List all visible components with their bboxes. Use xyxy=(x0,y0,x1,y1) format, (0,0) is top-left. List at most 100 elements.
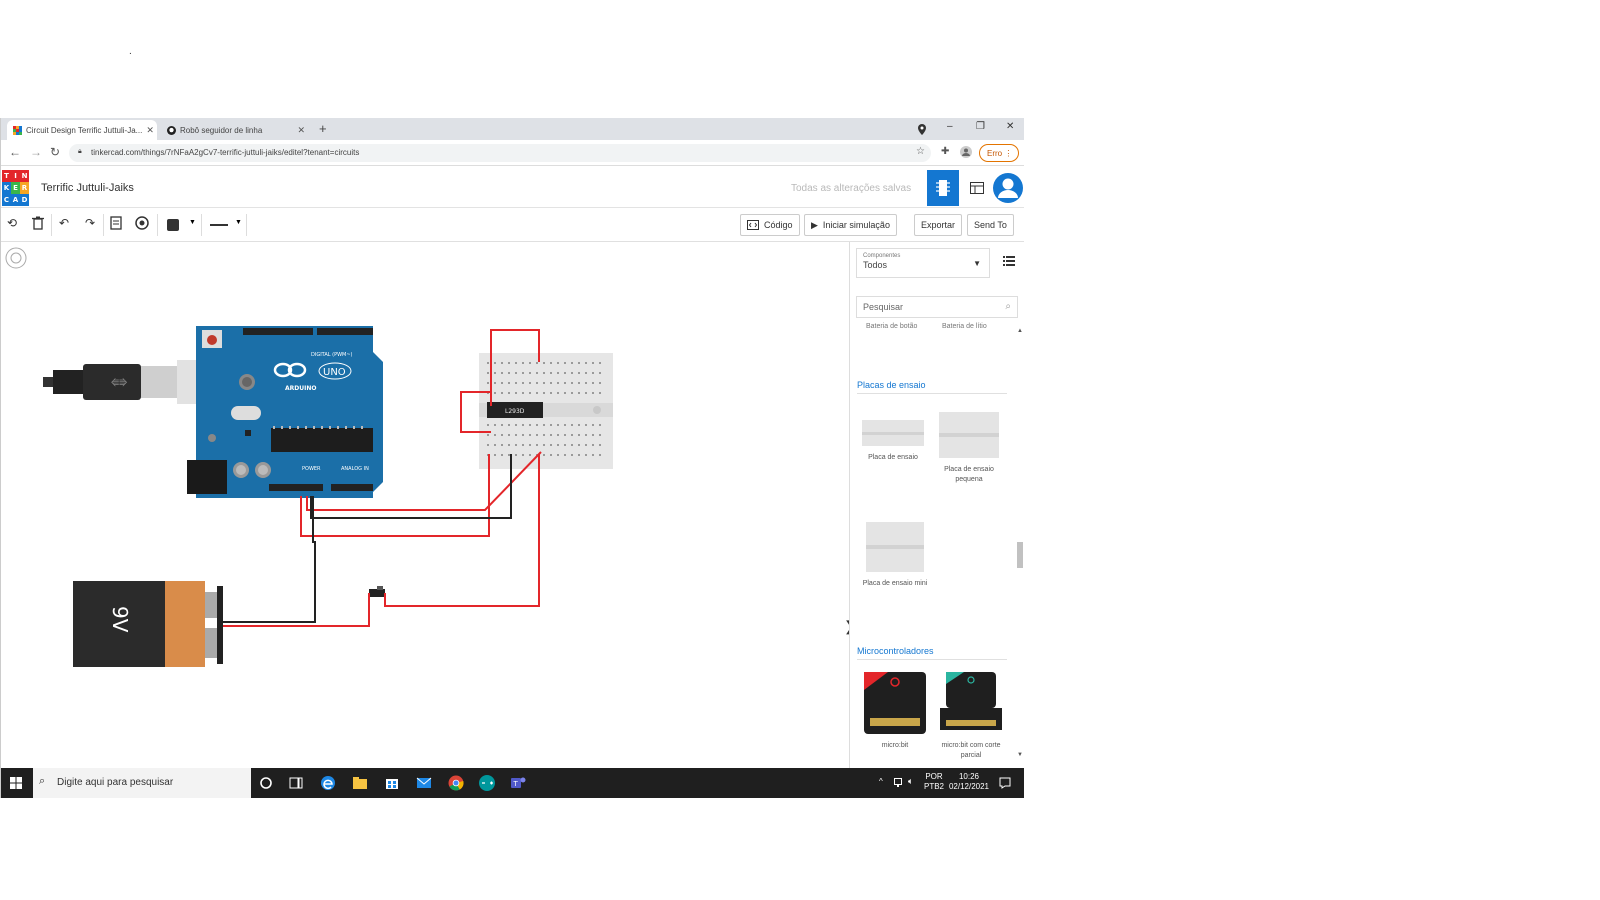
bookmark-star-icon[interactable]: ☆ xyxy=(916,146,925,157)
battery-label: 9V xyxy=(108,606,132,633)
teams-icon[interactable]: T xyxy=(509,774,527,792)
circuit-view-button[interactable] xyxy=(927,170,959,206)
rotate-icon[interactable]: ⟲ xyxy=(7,216,17,230)
search-input[interactable]: Pesquisar ⌕ xyxy=(856,296,1018,318)
forward-icon[interactable]: → xyxy=(30,145,42,159)
undo-icon[interactable]: ↶ xyxy=(59,216,69,230)
microbit-cut-thumb xyxy=(940,672,1002,730)
battery-9v[interactable]: 9V xyxy=(73,581,223,667)
tab-circuit-design[interactable]: Circuit Design Terrific Juttuli-Ja... ✕ xyxy=(7,120,157,140)
component-breadboard-mini[interactable]: Placa de ensaio mini xyxy=(862,522,928,589)
user-avatar[interactable] xyxy=(993,173,1023,203)
table-icon xyxy=(970,182,984,194)
component-microbit[interactable]: micro:bit xyxy=(862,672,928,751)
file-explorer-icon[interactable] xyxy=(351,774,369,792)
close-tab-icon[interactable]: ✕ xyxy=(297,125,305,136)
lock-icon: 🔒︎ xyxy=(78,148,82,155)
send-to-button[interactable]: Send To xyxy=(967,214,1014,236)
profile-icon[interactable] xyxy=(960,146,972,158)
wire-type-icon[interactable] xyxy=(210,224,228,226)
slide-switch[interactable] xyxy=(369,586,385,597)
taskbar-search[interactable]: ⌕ Digite aqui para pesquisar xyxy=(33,768,251,798)
start-simulation-label: Iniciar simulação xyxy=(822,220,890,230)
redo-icon[interactable]: ↷ xyxy=(85,216,95,230)
error-button[interactable]: Erro ⋮ xyxy=(979,144,1019,162)
list-view-icon[interactable] xyxy=(1003,256,1015,266)
logo-letter: K xyxy=(2,182,11,194)
scroll-up-icon[interactable]: ▲ xyxy=(1017,328,1023,334)
windows-taskbar: ⌕ Digite aqui para pesquisar T ^ 🔈︎ POR … xyxy=(1,768,1024,798)
components-label: Componentes xyxy=(863,253,901,259)
component-label: micro:bit com corte parcial xyxy=(941,742,1001,759)
component-microbit-cut[interactable]: micro:bit com corte parcial xyxy=(938,672,1004,760)
panel-scrollbar[interactable] xyxy=(1017,542,1023,568)
volume-icon[interactable]: 🔈︎ xyxy=(908,776,913,787)
mail-icon[interactable] xyxy=(415,774,433,792)
extensions-icon[interactable]: ✚ xyxy=(941,146,949,157)
url-field[interactable]: 🔒︎ tinkercad.com/things/7rNFaA2gCv7-terr… xyxy=(69,144,931,162)
microbit-thumb xyxy=(864,672,926,734)
svg-text:T: T xyxy=(513,780,519,788)
design-title[interactable]: Terrific Juttuli-Jaiks xyxy=(41,182,134,194)
notifications-icon[interactable] xyxy=(999,777,1011,789)
tab-label: Robô seguidor de linha xyxy=(180,125,263,135)
tinkercad-header: T I N K E R C A D Terrific Juttuli-Jaiks… xyxy=(1,170,1024,208)
chevron-down-icon[interactable]: ▼ xyxy=(189,219,196,226)
reload-icon[interactable]: ↻ xyxy=(50,145,60,159)
notes-icon[interactable] xyxy=(110,216,122,230)
clock[interactable]: 10:26 02/12/2021 xyxy=(948,772,990,793)
close-window-button[interactable]: ✕ xyxy=(1006,121,1014,132)
browser-window: Circuit Design Terrific Juttuli-Ja... ✕ … xyxy=(0,118,1024,798)
export-button[interactable]: Exportar xyxy=(914,214,963,236)
scroll-down-icon[interactable]: ▼ xyxy=(1017,752,1023,758)
code-icon xyxy=(747,220,759,230)
tray-chevron-icon[interactable]: ^ xyxy=(879,777,883,786)
section-divider xyxy=(857,659,1007,660)
arduino-uno[interactable]: DIGITAL (PWM~) ARDUINO UNO POWER ANALOG … xyxy=(187,326,383,498)
components-value: Todos xyxy=(863,260,888,270)
arduino-ide-icon[interactable] xyxy=(478,774,496,792)
breadboard-small-thumb xyxy=(939,412,999,458)
tinkercad-logo[interactable]: T I N K E R C A D xyxy=(2,170,29,206)
code-button[interactable]: Código xyxy=(740,214,800,236)
location-icon[interactable] xyxy=(917,124,927,135)
network-icon[interactable] xyxy=(894,778,904,788)
component-breadboard-small[interactable]: Placa de ensaio pequena xyxy=(936,412,1002,484)
store-icon[interactable] xyxy=(383,774,401,792)
toolbar-separator xyxy=(201,214,202,236)
tab-robo[interactable]: Robô seguidor de linha ✕ xyxy=(161,120,311,140)
search-icon: ⌕ xyxy=(1005,301,1011,312)
component-label: Placa de ensaio pequena xyxy=(944,466,994,483)
l293d-chip[interactable]: L293D xyxy=(487,402,543,418)
arduino-brand-label: ARDUINO xyxy=(285,385,316,392)
chrome-icon[interactable] xyxy=(447,774,465,792)
new-tab-button[interactable]: + xyxy=(319,121,327,136)
restore-button[interactable]: ❐ xyxy=(976,121,985,132)
arduino-digital-label: DIGITAL (PWM~) xyxy=(311,352,353,358)
close-tab-icon[interactable]: ✕ xyxy=(146,125,154,136)
component-breadboard[interactable]: Placa de ensaio xyxy=(860,420,926,463)
schematic-view-button[interactable] xyxy=(961,170,993,206)
chevron-down-icon[interactable]: ▼ xyxy=(235,219,242,226)
task-view-icon[interactable] xyxy=(287,774,305,792)
toolbar-separator xyxy=(157,214,158,236)
breadboard-mini-thumb xyxy=(866,522,924,572)
minimize-button[interactable]: – xyxy=(947,121,953,132)
cortana-icon[interactable] xyxy=(257,774,275,792)
language-indicator[interactable]: POR PTB2 xyxy=(923,772,945,793)
edge-icon[interactable] xyxy=(319,774,337,792)
save-status: Todas as alterações salvas xyxy=(791,183,912,194)
zoom-fit-icon[interactable] xyxy=(5,247,27,269)
language-bottom: PTB2 xyxy=(923,782,944,792)
back-icon[interactable]: ← xyxy=(9,145,21,159)
stray-dot: . xyxy=(129,46,132,57)
components-dropdown[interactable]: Componentes Todos ▼ xyxy=(856,248,990,278)
delete-icon[interactable] xyxy=(32,216,44,230)
windows-start-icon[interactable] xyxy=(10,777,22,789)
circuit-canvas[interactable]: ⭅⭆ DIGITAL (PWM~) ARDUINO UNO POWER ANAL… xyxy=(1,242,849,768)
visibility-icon[interactable] xyxy=(135,216,149,230)
color-swatch[interactable] xyxy=(167,219,179,231)
search-icon: ⌕ xyxy=(39,775,46,787)
start-simulation-button[interactable]: ▶ Iniciar simulação xyxy=(804,214,897,236)
logo-letter: T xyxy=(2,170,11,182)
